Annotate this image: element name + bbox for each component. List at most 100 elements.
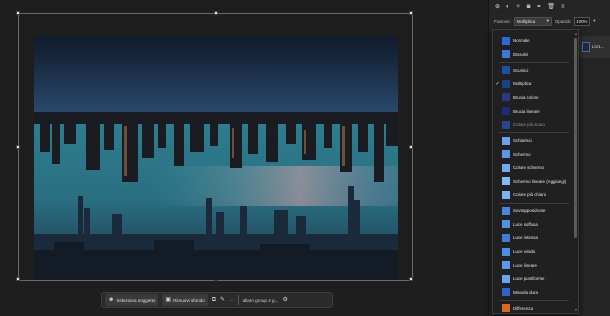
handle-bottom-right[interactable] — [409, 277, 413, 281]
blend-mode-label: Dissolvi — [513, 51, 529, 57]
blend-mode-preview-icon — [502, 274, 510, 283]
blend-mode-option[interactable]: Luce puntiforme — [493, 272, 573, 286]
link-icon[interactable]: ⚭ — [536, 4, 541, 10]
opacity-input[interactable]: 100% — [574, 16, 591, 26]
delete-icon[interactable]: 🗑 — [547, 4, 555, 10]
blend-mode-preview-icon — [502, 120, 510, 129]
settings-icon[interactable]: ⚙ — [282, 297, 287, 303]
blend-mode-preview-icon — [502, 206, 510, 215]
blend-mode-preview-icon — [502, 136, 510, 145]
menu-icon[interactable]: ≡ — [561, 4, 565, 10]
blend-mode-label: Schermo lineare (Aggiungi) — [513, 178, 567, 184]
blend-mode-label: Luce soffusa — [513, 221, 538, 227]
blend-mode-option[interactable]: Colore più scuro — [493, 118, 573, 132]
handle-bottom-left[interactable] — [16, 277, 20, 281]
blend-mode-preview-icon — [502, 79, 510, 88]
blend-mode-label: Luce lineare — [513, 262, 537, 268]
blend-mode-label: Colore più chiaro — [513, 192, 547, 198]
blend-mode-label: Brucia lineare — [513, 108, 540, 114]
blend-mode-label: Differenza — [513, 305, 533, 311]
transform-icon[interactable]: ⧉ — [212, 297, 216, 303]
document-canvas[interactable]: ☻ Seleziona soggetto ▣ Rimuovi sfondo ⧉ … — [0, 0, 488, 316]
add-icon[interactable]: ⊕ — [495, 4, 500, 10]
handle-middle-right[interactable] — [409, 145, 413, 149]
blend-mode-label: Colore più scuro — [513, 122, 545, 128]
layer-name: Liv1... — [592, 44, 605, 49]
blend-mode-option[interactable]: Colore schermo — [493, 161, 573, 175]
blend-mode-select[interactable]: Moltiplica ▾ — [513, 16, 552, 26]
blend-mode-option[interactable]: Schermo — [493, 147, 573, 161]
blend-mode-preview-icon — [502, 220, 510, 229]
opacity-label: Opacità: — [554, 18, 572, 24]
scroll-up-icon[interactable]: ▴ — [575, 31, 577, 36]
handle-top-middle[interactable] — [214, 11, 218, 15]
blend-mode-preview-icon — [502, 177, 510, 186]
blend-mode-option[interactable]: Luce soffusa — [493, 218, 573, 232]
layer-image — [34, 36, 398, 280]
blend-mode-preview-icon — [502, 261, 510, 270]
blend-mode-preview-icon — [502, 66, 510, 75]
blend-mode-preview-icon — [502, 304, 510, 313]
blend-mode-preview-icon — [502, 233, 510, 242]
chevron-down-icon: ▾ — [546, 18, 549, 23]
blend-mode-option[interactable]: ✓ Moltiplica — [493, 77, 573, 91]
blend-mode-preview-icon — [502, 93, 510, 102]
dropdown-scrollbar[interactable] — [574, 38, 577, 238]
blend-mode-preview-icon — [502, 190, 510, 199]
blend-mode-option[interactable]: Normale — [493, 34, 573, 48]
city-skyline-image — [34, 36, 398, 280]
blend-mode-option[interactable]: Luce intensa — [493, 231, 573, 245]
blend-mode-label: Miscela dura — [513, 289, 538, 295]
blend-mode-preview-icon — [502, 107, 510, 116]
more-options-button[interactable]: ··· — [229, 298, 234, 303]
opacity-chevron-icon[interactable]: ▾ — [593, 18, 595, 24]
panel-toolbar: ⊕ ◐ ✧ ◙ ⚭ 🗑 ≡ — [489, 0, 610, 14]
blend-mode-label: Scurisci — [513, 67, 529, 73]
adjustment-icon[interactable]: ◐ — [506, 4, 510, 10]
blend-mode-label: Fusione: — [494, 18, 511, 24]
remove-background-button[interactable]: ▣ Rimuovi sfondo — [162, 294, 208, 306]
effects-icon[interactable]: ✧ — [516, 4, 521, 10]
taskbar-divider — [237, 295, 239, 305]
blend-mode-label: Schermo — [513, 151, 531, 157]
blend-mode-option[interactable]: Brucia lineare — [493, 104, 573, 118]
layer-options-row: Fusione: Moltiplica ▾ Opacità: 100% ▾ — [489, 15, 610, 27]
blend-mode-preview-icon — [502, 36, 510, 45]
blend-mode-option[interactable]: Dissolvi — [493, 48, 573, 62]
blend-mode-preview-icon — [502, 50, 510, 59]
blend-mode-label: Luce puntiforme — [513, 276, 545, 282]
blend-mode-option[interactable]: Miscela dura — [493, 285, 573, 299]
blend-mode-label: Luce intensa — [513, 235, 538, 241]
blend-mode-option[interactable]: Sovrapposizione — [493, 204, 573, 218]
blend-mode-label: Schiarisci — [513, 138, 532, 144]
blend-mode-label: Brucia colore — [513, 94, 539, 100]
handle-top-right[interactable] — [409, 11, 413, 15]
blend-mode-label: Colore schermo — [513, 165, 544, 171]
mask-icon[interactable]: ◙ — [527, 4, 531, 10]
handle-middle-left[interactable] — [16, 145, 20, 149]
checkmark-icon: ✓ — [495, 80, 500, 87]
blend-mode-dropdown: ▴ ▾ Normale Dissolvi Scurisci ✓ Moltiplica Br… — [492, 29, 579, 314]
blend-mode-label: Sovrapposizione — [513, 208, 546, 214]
blend-mode-option[interactable]: Luce vivida — [493, 245, 573, 259]
contextual-task-bar: ☻ Seleziona soggetto ▣ Rimuovi sfondo ⧉ … — [101, 292, 333, 308]
blend-mode-option[interactable]: Differenza — [493, 301, 573, 313]
blend-mode-option[interactable]: Schiarisci — [493, 134, 573, 148]
blend-mode-option[interactable]: Colore più chiaro — [493, 188, 573, 202]
blend-mode-option[interactable]: Scurisci — [493, 64, 573, 78]
blend-mode-label: Luce vivida — [513, 249, 535, 255]
layer-row[interactable]: Liv1... — [578, 36, 610, 58]
layer-thumbnail — [582, 42, 590, 52]
blend-mode-preview-icon — [502, 150, 510, 159]
blend-mode-preview-icon — [502, 163, 510, 172]
blend-mode-preview-icon — [502, 288, 510, 297]
blend-mode-option[interactable]: Brucia colore — [493, 91, 573, 105]
select-subject-button[interactable]: ☻ Seleziona soggetto — [105, 294, 159, 306]
generative-prompt-field[interactable]: allarn group 4 g... — [243, 298, 279, 303]
blend-mode-preview-icon — [502, 247, 510, 256]
handle-top-left[interactable] — [16, 11, 20, 15]
blend-mode-option[interactable]: Luce lineare — [493, 258, 573, 272]
scroll-down-icon[interactable]: ▾ — [575, 307, 577, 312]
brush-icon[interactable]: ✎ — [220, 297, 225, 303]
blend-mode-option[interactable]: Schermo lineare (Aggiungi) — [493, 175, 573, 189]
